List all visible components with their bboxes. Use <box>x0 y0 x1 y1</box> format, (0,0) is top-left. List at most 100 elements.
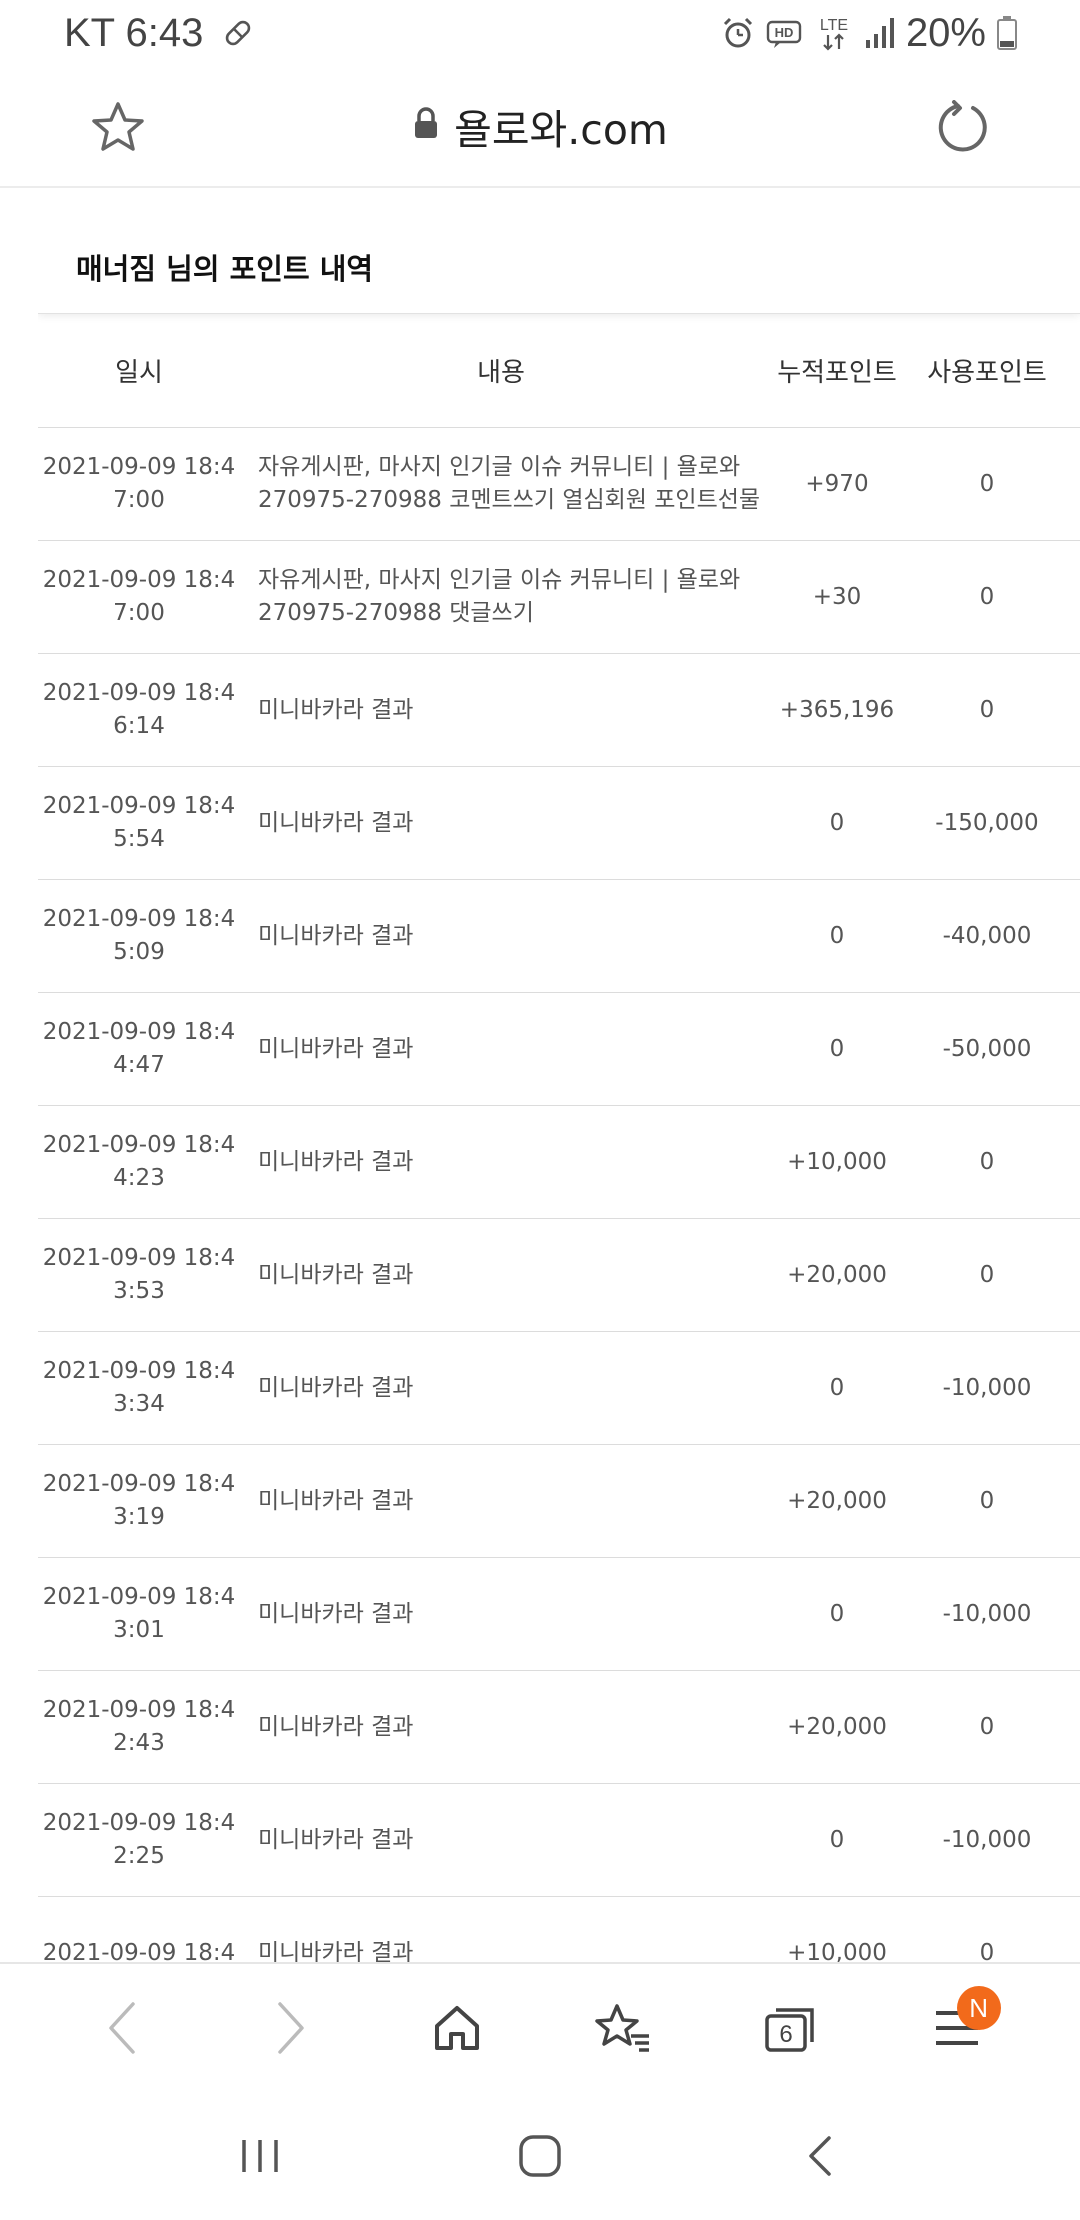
row-date-line: 4:47 <box>113 1052 165 1078</box>
row-content: 미니바카라 결과 <box>240 1485 762 1518</box>
row-content-line: 미니바카라 결과 <box>258 1374 414 1401</box>
row-date: 2021-09-09 18:4 5:54 <box>38 790 240 856</box>
row-accumulated: +20,000 <box>787 1488 887 1514</box>
row-date: 2021-09-09 18:4 3:53 <box>38 1242 240 1308</box>
row-content: 미니바카라 결과 <box>240 1937 762 1963</box>
alarm-icon <box>720 15 756 51</box>
row-accumulated: 0 <box>829 1036 845 1062</box>
hd-icon: HD <box>766 16 804 50</box>
row-content-line: 미니바카라 결과 <box>258 1826 414 1853</box>
table-row: 2021-09-09 18:4 미니바카라 결과 +10,000 0 <box>38 1897 1080 1963</box>
tabs-icon[interactable]: 6 <box>740 1978 840 2078</box>
row-content: 미니바카라 결과 <box>240 1146 762 1179</box>
status-bar: KT 6:43 HD LTE 20% <box>0 0 1080 66</box>
row-used: 0 <box>979 1714 995 1740</box>
home-icon[interactable] <box>407 1978 507 2078</box>
menu-icon[interactable]: N <box>907 1978 1007 2078</box>
row-date-line: 2021-09-09 18:4 <box>42 1019 236 1045</box>
row-date-line: 2021-09-09 18:4 <box>42 1697 236 1723</box>
address-field[interactable]: 욜로와.com <box>0 96 1080 156</box>
table-row: 2021-09-09 18:4 4:23 미니바카라 결과 +10,000 0 <box>38 1106 1080 1219</box>
header-used: 사용포인트 <box>927 358 1047 388</box>
row-content-line: 270975-270988 댓글쓰기 <box>258 600 534 626</box>
row-date: 2021-09-09 18:4 2:25 <box>38 1807 240 1873</box>
row-date-line: 4:23 <box>113 1165 165 1191</box>
refresh-icon[interactable] <box>936 100 990 158</box>
status-left: KT 6:43 <box>64 11 255 56</box>
row-used: -10,000 <box>942 1827 1032 1853</box>
recents-icon[interactable] <box>210 2106 310 2206</box>
row-date-line: 2021-09-09 18:4 <box>42 1584 236 1610</box>
row-content: 미니바카라 결과 <box>240 1259 762 1292</box>
row-accumulated: +365,196 <box>779 697 895 723</box>
header-accumulated: 누적포인트 <box>777 358 897 388</box>
row-content: 미니바카라 결과 <box>240 1372 762 1405</box>
row-date-line: 2021-09-09 18:4 <box>42 1810 236 1836</box>
row-accumulated: +10,000 <box>787 1940 887 1962</box>
row-used: 0 <box>979 697 995 723</box>
row-date: 2021-09-09 18:4 5:09 <box>38 903 240 969</box>
row-accumulated: +30 <box>812 584 862 610</box>
points-history-card: 매너짐 님의 포인트 내역 일시 내용 누적포인트 사용포인트 2021-09-… <box>38 220 1080 1962</box>
row-date-line: 3:34 <box>113 1391 165 1417</box>
row-date-line: 2021-09-09 18:4 <box>42 793 236 819</box>
row-used: -10,000 <box>942 1375 1032 1401</box>
row-date-line: 6:14 <box>113 713 165 739</box>
row-content-line: 미니바카라 결과 <box>258 1939 414 1963</box>
row-date-line: 2021-09-09 18:4 <box>42 1939 236 1963</box>
row-used: 0 <box>979 1149 995 1175</box>
row-accumulated: 0 <box>829 1375 845 1401</box>
row-content-line: 미니바카라 결과 <box>258 809 414 836</box>
table-header: 일시 내용 누적포인트 사용포인트 <box>38 314 1080 428</box>
lte-icon: LTE <box>814 13 854 53</box>
status-right: HD LTE 20% <box>720 11 1018 56</box>
bookmarks-icon[interactable] <box>573 1978 673 2078</box>
row-accumulated: +970 <box>805 471 869 497</box>
url-text: 욜로와.com <box>454 106 668 154</box>
row-content: 미니바카라 결과 <box>240 1711 762 1744</box>
row-date-line: 5:09 <box>113 939 165 965</box>
row-used: 0 <box>979 1262 995 1288</box>
row-date: 2021-09-09 18:4 3:01 <box>38 1581 240 1647</box>
row-date-line: 3:01 <box>113 1617 165 1643</box>
row-used: 0 <box>979 584 995 610</box>
browser-toolbar: 6 N <box>0 1962 1080 2092</box>
forward-icon[interactable] <box>240 1978 340 2078</box>
header-date: 일시 <box>115 358 163 388</box>
tab-count: 6 <box>779 2021 792 2048</box>
table-row: 2021-09-09 18:4 2:25 미니바카라 결과 0 -10,000 <box>38 1784 1080 1897</box>
page-title: 매너짐 님의 포인트 내역 <box>76 251 374 286</box>
row-used: -50,000 <box>942 1036 1032 1062</box>
table-row: 2021-09-09 18:4 6:14 미니바카라 결과 +365,196 0 <box>38 654 1080 767</box>
row-content-line: 미니바카라 결과 <box>258 696 414 723</box>
table-row: 2021-09-09 18:4 3:53 미니바카라 결과 +20,000 0 <box>38 1219 1080 1332</box>
row-date-line: 2021-09-09 18:4 <box>42 1245 236 1271</box>
carrier-time: KT 6:43 <box>64 10 204 55</box>
row-date-line: 7:00 <box>113 600 165 626</box>
row-date-line: 2021-09-09 18:4 <box>42 1132 236 1158</box>
row-date: 2021-09-09 18:4 2:43 <box>38 1694 240 1760</box>
home-nav-icon[interactable] <box>490 2106 590 2206</box>
row-date: 2021-09-09 18:4 4:23 <box>38 1129 240 1195</box>
row-accumulated: 0 <box>829 1601 845 1627</box>
svg-text:LTE: LTE <box>820 17 848 34</box>
row-content: 미니바카라 결과 <box>240 1598 762 1631</box>
row-used: -150,000 <box>935 810 1039 836</box>
row-date: 2021-09-09 18:4 7:00 <box>38 564 240 630</box>
row-date-line: 2021-09-09 18:4 <box>42 906 236 932</box>
table-row: 2021-09-09 18:4 2:43 미니바카라 결과 +20,000 0 <box>38 1671 1080 1784</box>
row-date: 2021-09-09 18:4 6:14 <box>38 677 240 743</box>
row-content: 미니바카라 결과 <box>240 1033 762 1066</box>
row-accumulated: 0 <box>829 923 845 949</box>
row-date-line: 5:54 <box>113 826 165 852</box>
row-used: 0 <box>979 1940 995 1962</box>
row-used: 0 <box>979 471 995 497</box>
row-accumulated: +20,000 <box>787 1714 887 1740</box>
row-accumulated: 0 <box>829 1827 845 1853</box>
table-row: 2021-09-09 18:4 3:34 미니바카라 결과 0 -10,000 <box>38 1332 1080 1445</box>
row-content-line: 자유게시판, 마사지 인기글 이슈 커뮤니티 | 욜로와 <box>258 567 741 593</box>
back-icon[interactable] <box>73 1978 173 2078</box>
back-nav-icon[interactable] <box>770 2106 870 2206</box>
row-used: 0 <box>979 1488 995 1514</box>
row-content-line: 미니바카라 결과 <box>258 1035 414 1062</box>
